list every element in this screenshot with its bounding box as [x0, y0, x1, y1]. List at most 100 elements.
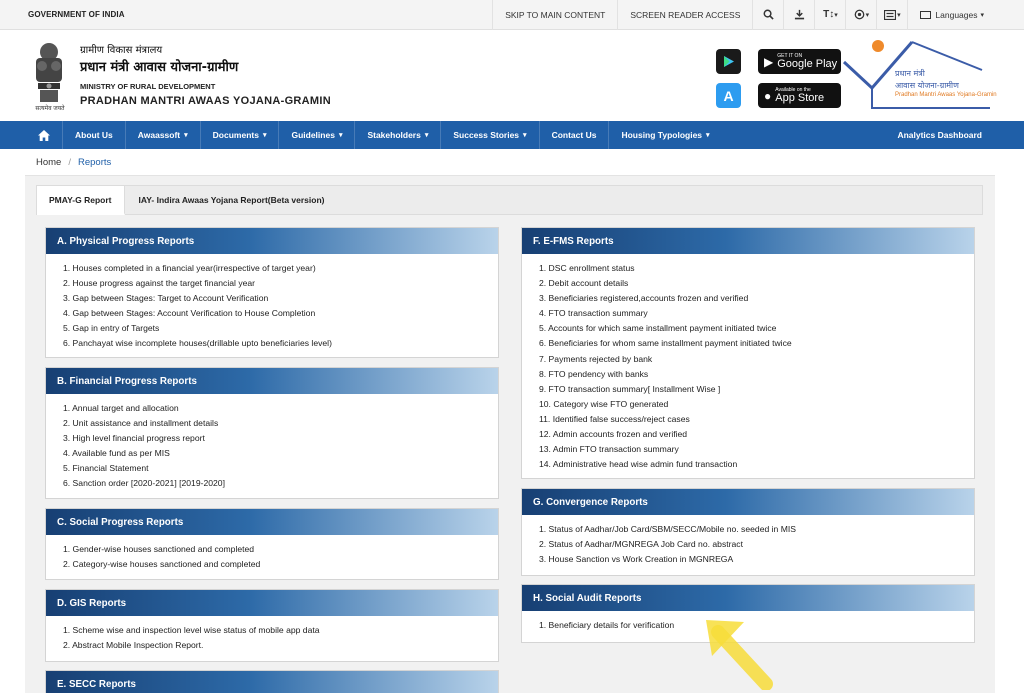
main-navigation: About Us Awaassoft ▾ Documents ▾ Guideline… — [0, 121, 1024, 149]
report-link[interactable]: 13. Admin FTO transaction summary — [539, 442, 974, 457]
panel-social-progress: C. Social Progress Reports 1. Gender-wis… — [45, 508, 499, 580]
app-store-button[interactable]: ● Available on the App Store — [758, 83, 841, 108]
panel-efms: F. E-FMS Reports 1. DSC enrollment statu… — [521, 227, 975, 479]
logo-hindi-line-2: आवास योजना-ग्रामीण — [895, 81, 959, 90]
report-link[interactable]: 2. Abstract Mobile Inspection Report. — [63, 638, 498, 653]
report-link[interactable]: 5. Gap in entry of Targets — [63, 321, 498, 336]
report-link[interactable]: 14. Administrative head wise admin fund … — [539, 457, 974, 472]
report-link[interactable]: 1. Gender-wise houses sanctioned and com… — [63, 542, 498, 557]
report-link[interactable]: 1. DSC enrollment status — [539, 261, 974, 276]
contrast-icon[interactable]: ▾ — [845, 0, 876, 30]
panel-title: B. Financial Progress Reports — [46, 368, 498, 394]
report-list: 1. Houses completed in a financial year(… — [46, 254, 498, 352]
report-link[interactable]: 3. High level financial progress report — [63, 431, 498, 446]
report-link[interactable]: 2. Unit assistance and installment detai… — [63, 416, 498, 431]
app-store-icon[interactable]: A — [716, 83, 741, 108]
report-list: 1. DSC enrollment status 2. Debit accoun… — [522, 254, 974, 472]
panel-financial-progress: B. Financial Progress Reports 1. Annual … — [45, 367, 499, 499]
report-link[interactable]: 3. Gap between Stages: Target to Account… — [63, 291, 498, 306]
text-size-icon[interactable]: T↕ ▾ — [814, 0, 845, 30]
google-play-button[interactable]: ▶ GET IT ON Google Play — [758, 49, 841, 74]
panel-gis: D. GIS Reports 1. Scheme wise and inspec… — [45, 589, 499, 662]
emblem-motto: सत्यमेव जयते — [35, 106, 65, 112]
top-utility-bar: GOVERNMENT OF INDIA SKIP TO MAIN CONTENT… — [0, 0, 1024, 30]
report-link[interactable]: 5. Accounts for which same installment p… — [539, 321, 974, 336]
report-link[interactable]: 6. Sanction order [2020-2021] [2019-2020… — [63, 476, 498, 491]
logo-hindi-line-1: प्रधान मंत्री — [895, 69, 925, 78]
nav-label: Documents — [212, 130, 259, 140]
screen-reader-access-link[interactable]: SCREEN READER ACCESS — [617, 0, 752, 30]
panel-title: C. Social Progress Reports — [46, 509, 498, 535]
panel-title: E. SECC Reports — [46, 671, 498, 693]
report-link[interactable]: 1. Houses completed in a financial year(… — [63, 261, 498, 276]
report-link[interactable]: 8. FTO pendency with banks — [539, 367, 974, 382]
search-icon[interactable] — [752, 0, 783, 30]
report-link[interactable]: 7. Payments rejected by bank — [539, 352, 974, 367]
report-link[interactable]: 2. Status of Aadhar/MGNREGA Job Card no.… — [539, 537, 974, 552]
national-emblem-icon — [36, 43, 62, 102]
nav-housing-typologies[interactable]: Housing Typologies ▾ — [609, 121, 721, 149]
report-link[interactable]: 2. Category-wise houses sanctioned and c… — [63, 557, 498, 572]
apple-icon: ● — [764, 88, 772, 103]
report-link[interactable]: 12. Admin accounts frozen and verified — [539, 427, 974, 442]
nav-guidelines[interactable]: Guidelines ▾ — [279, 121, 356, 149]
nav-documents[interactable]: Documents ▾ — [201, 121, 280, 149]
caret-down-icon: ▾ — [184, 132, 188, 139]
report-link[interactable]: 1. Scheme wise and inspection level wise… — [63, 623, 498, 638]
report-link[interactable]: 5. Financial Statement — [63, 461, 498, 476]
app-store-big: App Store — [775, 91, 825, 104]
nav-label: Awaassoft — [137, 130, 181, 140]
home-icon[interactable] — [0, 121, 63, 149]
report-link[interactable]: 2. Debit account details — [539, 276, 974, 291]
report-list: 1. Scheme wise and inspection level wise… — [46, 616, 498, 653]
report-link[interactable]: 1. Annual target and allocation — [63, 401, 498, 416]
panel-title: D. GIS Reports — [46, 590, 498, 616]
report-link[interactable]: 1. Status of Aadhar/Job Card/SBM/SECC/Mo… — [539, 522, 974, 537]
tab-iay-report[interactable]: IAY- Indira Awaas Yojana Report(Beta ver… — [125, 186, 337, 214]
nav-awaassoft[interactable]: Awaassoft ▾ — [126, 121, 201, 149]
report-list: 1. Gender-wise houses sanctioned and com… — [46, 535, 498, 572]
nav-success-stories[interactable]: Success Stories ▾ — [441, 121, 540, 149]
report-list: 1. Annual target and allocation 2. Unit … — [46, 394, 498, 492]
nav-label: Housing Typologies — [621, 130, 703, 140]
download-icon[interactable] — [783, 0, 814, 30]
report-link[interactable]: 10. Category wise FTO generated — [539, 397, 974, 412]
report-list: 1. Status of Aadhar/Job Card/SBM/SECC/Mo… — [522, 515, 974, 567]
nav-stakeholders[interactable]: Stakeholders ▾ — [355, 121, 442, 149]
report-link[interactable]: 4. Gap between Stages: Account Verificat… — [63, 306, 498, 321]
report-link[interactable]: 4. FTO transaction summary — [539, 306, 974, 321]
skip-to-main-content-link[interactable]: SKIP TO MAIN CONTENT — [492, 0, 617, 30]
report-link[interactable]: 6. Panchayat wise incomplete houses(dril… — [63, 336, 498, 351]
report-link[interactable]: 4. Available fund as per MIS — [63, 446, 498, 461]
breadcrumb: Home / Reports — [25, 149, 1024, 175]
logo-english-line: Pradhan Mantri Awaas Yojana-Gramin — [895, 92, 997, 98]
report-link[interactable]: 11. Identified false success/reject case… — [539, 412, 974, 427]
report-link[interactable]: 9. FTO transaction summary[ Installment … — [539, 382, 974, 397]
languages-dropdown[interactable]: Languages ▾ — [907, 0, 1024, 30]
report-link[interactable]: 3. House Sanction vs Work Creation in MG… — [539, 552, 974, 567]
caret-down-icon: ▾ — [424, 132, 429, 139]
report-link[interactable]: 6. Beneficiaries for whom same installme… — [539, 336, 974, 351]
nav-contact-us[interactable]: Contact Us — [540, 121, 610, 149]
analytics-dashboard-link[interactable]: Analytics Dashboard — [897, 130, 1024, 140]
caret-down-icon: ▾ — [262, 132, 267, 139]
nav-label: About Us — [75, 130, 113, 140]
panel-title: G. Convergence Reports — [522, 489, 974, 515]
panel-convergence: G. Convergence Reports 1. Status of Aadh… — [521, 488, 975, 576]
caret-down-icon: ▾ — [338, 132, 343, 139]
report-link[interactable]: 2. House progress against the target fin… — [63, 276, 498, 291]
panel-title: A. Physical Progress Reports — [46, 228, 498, 254]
utility-links: SKIP TO MAIN CONTENT SCREEN READER ACCES… — [492, 0, 1024, 30]
government-label: GOVERNMENT OF INDIA — [28, 10, 125, 19]
panel-physical-progress: A. Physical Progress Reports 1. Houses c… — [45, 227, 499, 358]
hindi-ministry-title: ग्रामीण विकास मंत्रालय — [80, 45, 163, 56]
nav-about-us[interactable]: About Us — [63, 121, 126, 149]
breadcrumb-current: Reports — [77, 156, 112, 168]
google-play-icon[interactable] — [716, 49, 741, 74]
nav-label: Guidelines — [291, 130, 335, 140]
panel-title: F. E-FMS Reports — [522, 228, 974, 254]
report-link[interactable]: 3. Beneficiaries registered,accounts fro… — [539, 291, 974, 306]
breadcrumb-home[interactable]: Home — [36, 157, 61, 168]
tab-pmayg-report[interactable]: PMAY-G Report — [37, 186, 125, 215]
sitemap-icon[interactable]: ▾ — [876, 0, 907, 30]
